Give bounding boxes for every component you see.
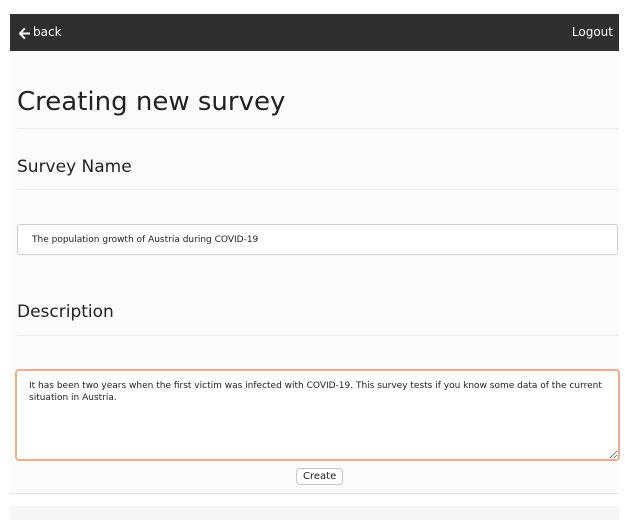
top-navbar: back Logout [10, 14, 619, 51]
survey-name-input[interactable] [17, 224, 618, 255]
survey-form-panel: Creating new survey Survey Name Descript… [10, 51, 620, 494]
page-title: Creating new survey [17, 87, 286, 117]
footer [10, 506, 619, 520]
logout-link[interactable]: Logout [572, 24, 613, 40]
description-label: Description [17, 302, 114, 322]
arrow-left-icon [18, 27, 30, 39]
divider [17, 189, 619, 190]
back-link[interactable]: back [18, 24, 62, 40]
divider [17, 128, 619, 129]
divider [17, 335, 619, 336]
back-link-label: back [33, 25, 62, 39]
survey-name-label: Survey Name [17, 157, 132, 177]
create-button[interactable]: Create [296, 468, 344, 485]
description-textarea[interactable]: It has been two years when the first vic… [15, 369, 620, 461]
